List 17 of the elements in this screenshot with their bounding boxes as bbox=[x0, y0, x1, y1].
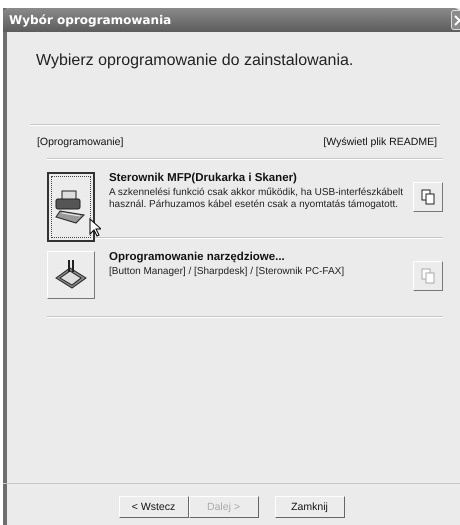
cursor-icon bbox=[89, 218, 101, 237]
close-button[interactable] bbox=[451, 10, 460, 30]
software-description: [Button Manager] / [Sharpdesk] / [Sterownik PC-FAX] bbox=[109, 266, 346, 278]
window-title: Wybór oprogramowania bbox=[9, 13, 172, 27]
column-label: [Wyświetl plik README] bbox=[323, 136, 437, 148]
documents-icon bbox=[421, 268, 435, 284]
heading: Wybierz oprogramowanie do zainstalowania. bbox=[36, 52, 354, 70]
column-label: [Oprogramowanie] bbox=[37, 136, 124, 148]
software-title: Sterownik MFP(Drukarka i Skaner) bbox=[109, 172, 298, 184]
software-title: Oprogramowanie narzędziowe... bbox=[109, 251, 286, 263]
documents-icon bbox=[421, 189, 435, 205]
dialog-button[interactable]: Zamknij bbox=[274, 496, 344, 518]
readme-button[interactable] bbox=[413, 182, 443, 212]
software-description: A szkennelési funkció csak akkor működik, ha USB-interfészkábelt használ. Párhuzamos kábel esetén csak a nyomtatás támogatott. bbox=[109, 187, 404, 211]
install-button[interactable] bbox=[47, 172, 95, 242]
scanner-icon bbox=[54, 189, 88, 225]
dialog-button[interactable]: < Wstecz bbox=[118, 496, 188, 518]
